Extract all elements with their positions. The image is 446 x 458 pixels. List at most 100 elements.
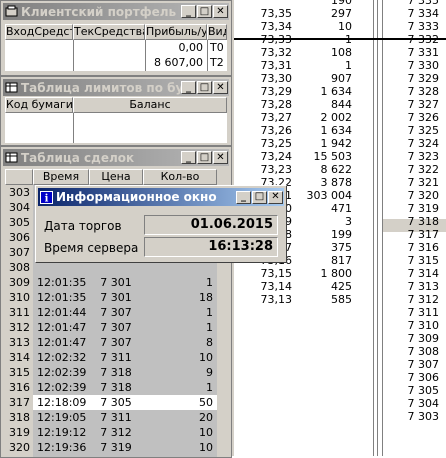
ladder-price[interactable]: 73,33 [234, 33, 293, 46]
trade-qty: 1 [206, 321, 213, 334]
table-row[interactable]: 320 12:19:36 7 319 10 [5, 440, 217, 455]
ladder-price[interactable]: 73,34 [234, 20, 293, 33]
trade-number: 311 [5, 305, 33, 320]
ladder-price[interactable]: 73,24 [234, 150, 293, 163]
minimize-button[interactable]: _ [181, 81, 196, 94]
col-header[interactable] [5, 169, 33, 185]
minimize-button[interactable]: _ [236, 190, 251, 204]
close-button[interactable]: ✕ [213, 151, 228, 164]
ladder-right-price[interactable]: 7 332 [383, 33, 440, 46]
ladder-right-price[interactable]: 7 329 [383, 72, 440, 85]
ladder-price[interactable]: 73,29 [234, 85, 293, 98]
ladder-price[interactable]: 73,13 [234, 293, 293, 306]
ladder-right-price[interactable]: 7 319 [383, 202, 440, 215]
table-row[interactable]: 0,00 T0 [5, 41, 227, 55]
ladder-volume: 3 878 [320, 176, 353, 189]
table-row[interactable]: 318 12:19:05 7 311 20 [5, 410, 217, 425]
ladder-right-price[interactable]: 7 307 [383, 358, 440, 371]
ladder-right-price[interactable]: 7 330 [383, 59, 440, 72]
ladder-price[interactable]: 73,25 [234, 137, 293, 150]
table-row[interactable]: 310 12:01:35 7 301 18 [5, 290, 217, 305]
trade-price: 7 318 [100, 366, 132, 379]
trades-titlebar[interactable]: Таблица сделок _ □ ✕ [3, 149, 229, 166]
info-titlebar[interactable]: i Информационное окно _ □ ✕ [38, 188, 284, 206]
maximize-button[interactable]: □ [197, 81, 212, 94]
col-header[interactable]: Баланс [73, 97, 227, 113]
ladder-right-price[interactable]: 7 320 [383, 189, 440, 202]
table-row[interactable]: 309 12:01:35 7 301 1 [5, 275, 217, 290]
ladder-right-price[interactable]: 7 310 [383, 319, 440, 332]
close-button[interactable]: ✕ [213, 5, 228, 18]
col-header[interactable]: ВходСредства [5, 24, 73, 40]
trade-number: 317 [5, 395, 33, 410]
table-row[interactable]: 314 12:02:32 7 311 10 [5, 350, 217, 365]
ladder-right-price[interactable]: 7 316 [383, 241, 440, 254]
col-header[interactable]: Кол-во [143, 169, 217, 185]
ladder-right-price[interactable]: 7 312 [383, 293, 440, 306]
ladder-right-price[interactable]: 7 311 [383, 306, 440, 319]
limits-window[interactable]: Таблица лимитов по бумагам _ □ ✕ Код бум… [0, 76, 232, 146]
ladder-right-price[interactable]: 7 331 [383, 46, 440, 59]
ladder-price[interactable]: 73,23 [234, 163, 293, 176]
ladder-right-price[interactable]: 7 306 [383, 371, 440, 384]
ladder-right-price[interactable]: 7 315 [383, 254, 440, 267]
col-header[interactable]: Время [33, 169, 89, 185]
col-header[interactable]: Вид [207, 24, 227, 40]
close-button[interactable]: ✕ [268, 190, 283, 204]
ladder-right-price[interactable]: 7 303 [383, 410, 440, 423]
ladder-right-price[interactable]: 7 335 [383, 0, 440, 7]
ladder-price[interactable]: 73,32 [234, 46, 293, 59]
portfolio-titlebar[interactable]: Клиентский портфель _ □ ✕ [3, 3, 229, 20]
col-header[interactable]: Прибыль/убытки [145, 24, 207, 40]
col-header[interactable]: Код бумаги [5, 97, 73, 113]
ladder-price[interactable]: 73,28 [234, 98, 293, 111]
col-header[interactable]: ТекСредства [73, 24, 145, 40]
table-row[interactable]: 312 12:01:47 7 307 1 [5, 320, 217, 335]
ladder-right-price[interactable]: 7 317 [383, 228, 440, 241]
close-button[interactable]: ✕ [213, 81, 228, 94]
ladder-right-price[interactable]: 7 325 [383, 124, 440, 137]
maximize-button[interactable]: □ [197, 5, 212, 18]
trade-number: 308 [5, 260, 33, 275]
ladder-price[interactable]: 73,26 [234, 124, 293, 137]
maximize-button[interactable]: □ [252, 190, 267, 204]
ladder-price[interactable]: 73,30 [234, 72, 293, 85]
ladder-price[interactable]: 73,27 [234, 111, 293, 124]
minimize-button[interactable]: _ [181, 151, 196, 164]
ladder-right-price[interactable]: 7 328 [383, 85, 440, 98]
info-dialog[interactable]: i Информационное окно _ □ ✕ Дата торгов … [35, 185, 287, 263]
limits-titlebar[interactable]: Таблица лимитов по бумагам _ □ ✕ [3, 79, 229, 96]
ladder-right-price[interactable]: 7 314 [383, 267, 440, 280]
ladder-right-price[interactable]: 7 327 [383, 98, 440, 111]
ladder-right-price[interactable]: 7 323 [383, 150, 440, 163]
table-row[interactable]: 311 12:01:44 7 307 1 [5, 305, 217, 320]
maximize-button[interactable]: □ [197, 151, 212, 164]
ladder-price[interactable]: 73,14 [234, 280, 293, 293]
ladder-price[interactable]: 73,15 [234, 267, 293, 280]
ladder-right-price[interactable]: 7 308 [383, 345, 440, 358]
ladder-right-price[interactable]: 7 313 [383, 280, 440, 293]
ladder-price[interactable]: 73,35 [234, 7, 293, 20]
ladder-right-price[interactable]: 7 326 [383, 111, 440, 124]
trade-qty: 50 [199, 396, 213, 409]
ladder-right-price[interactable]: 7 334 [383, 7, 440, 20]
ladder-right-price[interactable]: 7 304 [383, 397, 440, 410]
col-header[interactable]: Цена [89, 169, 143, 185]
table-row[interactable]: 313 12:01:47 7 307 8 [5, 335, 217, 350]
ladder-right-price[interactable]: 7 324 [383, 137, 440, 150]
ladder-right-price[interactable]: 7 321 [383, 176, 440, 189]
table-row[interactable]: 316 12:02:39 7 318 1 [5, 380, 217, 395]
ladder-right-price[interactable]: 7 322 [383, 163, 440, 176]
minimize-button[interactable]: _ [181, 5, 196, 18]
ladder-price[interactable]: 73,31 [234, 59, 293, 72]
table-row[interactable]: 319 12:19:12 7 312 10 [5, 425, 217, 440]
table-row[interactable]: 8 607,00 T2 [5, 56, 227, 70]
table-row[interactable]: 317 12:18:09 7 305 50 [5, 395, 217, 410]
trade-time: 12:19:12 [37, 426, 87, 439]
table-row[interactable]: 315 12:02:39 7 318 9 [5, 365, 217, 380]
ladder-right-price[interactable]: 7 309 [383, 332, 440, 345]
portfolio-window[interactable]: Клиентский портфель _ □ ✕ ВходСредства Т… [0, 0, 232, 76]
ladder-right-price[interactable]: 7 333 [383, 20, 440, 33]
ladder-right-price[interactable]: 7 318 [383, 215, 440, 228]
ladder-right-price[interactable]: 7 305 [383, 384, 440, 397]
